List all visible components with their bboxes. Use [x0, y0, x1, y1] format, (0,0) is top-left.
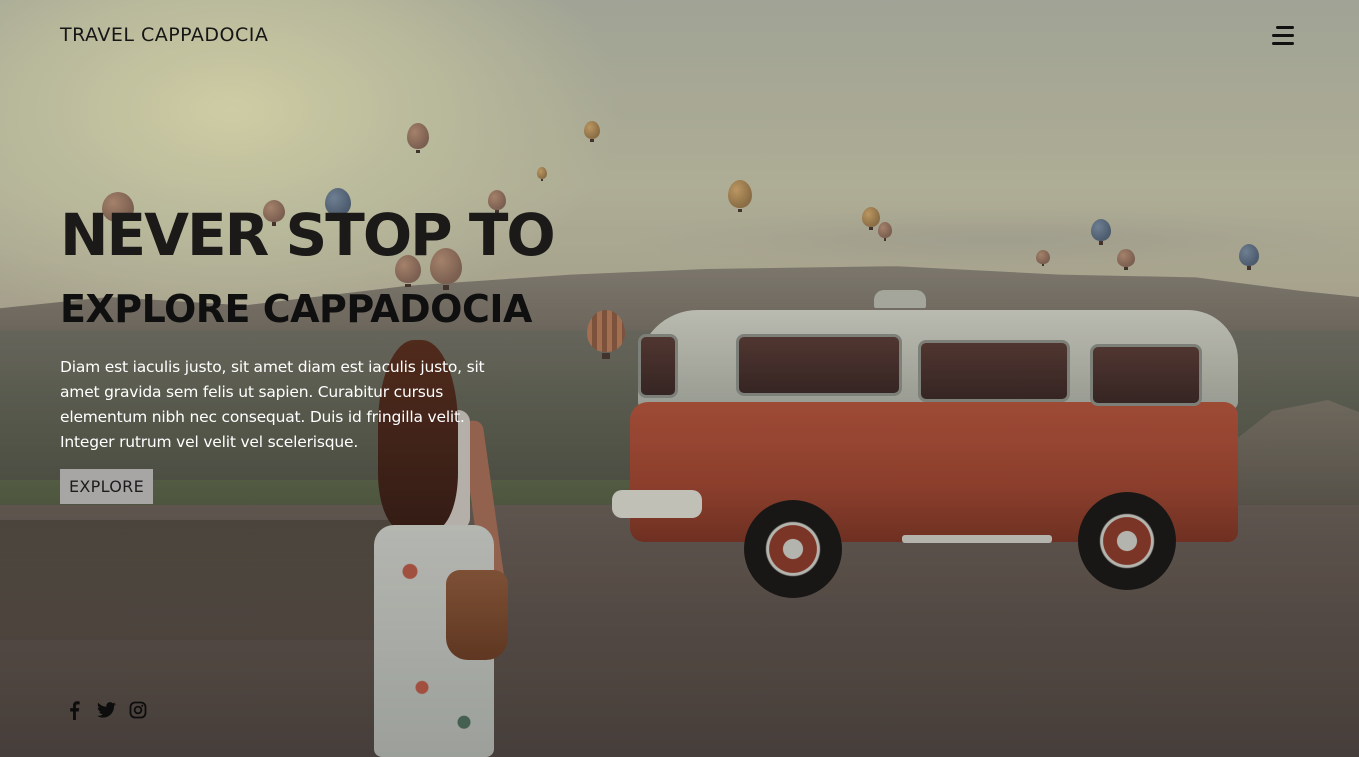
brand-logo[interactable]: TRAVEL CAPPADOCIA [60, 24, 268, 48]
explore-button[interactable]: EXPLORE [60, 469, 153, 504]
twitter-icon[interactable] [96, 700, 116, 720]
hero-title: NEVER STOP TO [60, 201, 556, 269]
menu-line [1272, 42, 1294, 45]
facebook-icon[interactable] [64, 700, 84, 720]
menu-line [1276, 26, 1294, 29]
social-links [64, 700, 148, 720]
hero-subtitle: EXPLORE CAPPADOCIA [60, 287, 532, 331]
hamburger-menu-icon[interactable] [1267, 24, 1297, 48]
instagram-icon[interactable] [128, 700, 148, 720]
menu-line [1272, 34, 1294, 37]
hero-description: Diam est iaculis justo, sit amet diam es… [60, 358, 485, 451]
